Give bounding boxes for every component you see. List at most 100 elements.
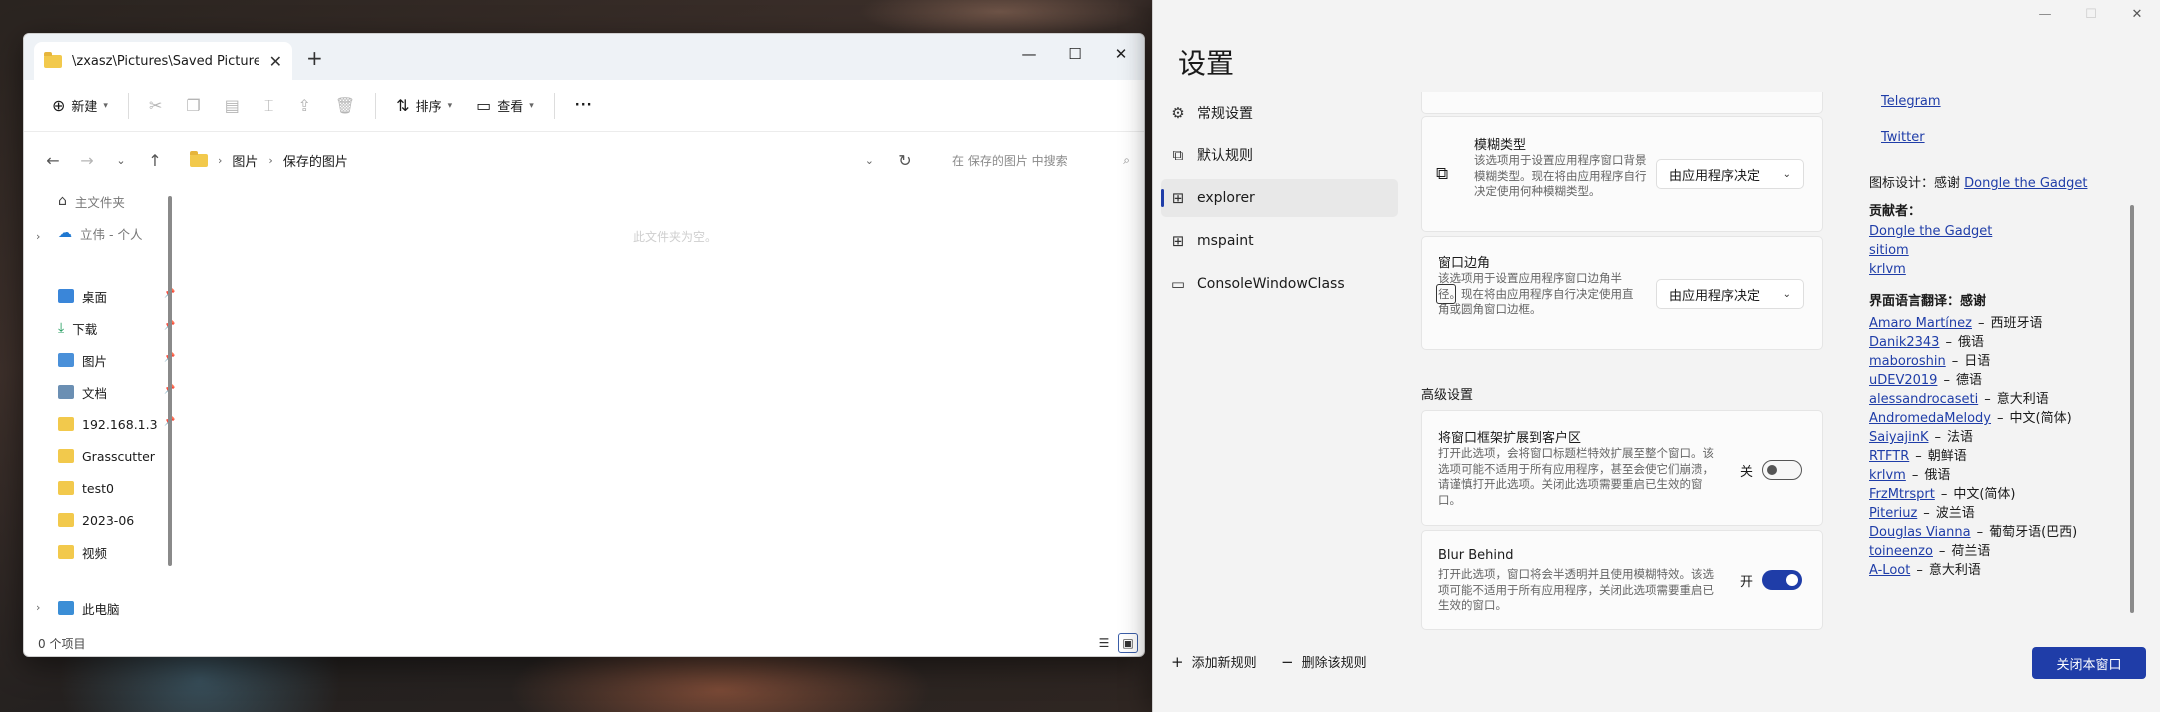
delete-button[interactable]: 🗑 [325,88,365,124]
cut-button[interactable]: ✂ [139,88,172,124]
extend-frame-title: 将窗口框架扩展到客户区 [1438,431,1582,446]
translator-link[interactable]: A-Loot [1869,563,1910,578]
dash-separator: – [1997,411,2004,426]
page-title: 设置 [1178,47,1235,80]
minimize-button[interactable]: — [2022,0,2068,28]
close-window-action-button[interactable]: 关闭本窗口 [2032,647,2146,679]
delete-rule-button[interactable]: − 删除该规则 [1281,652,1367,672]
translator-link[interactable]: Danik2343 [1869,335,1939,350]
blur-type-dropdown[interactable]: 由应用程序决定 ⌄ [1656,159,1804,189]
translator-link[interactable]: Piteriuz [1869,506,1917,521]
nav-item-home[interactable]: ⌂ 主文件夹 [58,188,125,214]
icon-design-credit: 图标设计：感谢 Dongle the Gadget [1869,172,2087,191]
nav-item-documents[interactable]: 文档 [58,379,107,405]
translator-link[interactable]: uDEV2019 [1869,373,1937,388]
translator-link[interactable]: FrzMtrsprt [1869,487,1935,502]
extend-frame-description: 打开此选项，会将窗口标题栏特效扩展至整个窗口。该选项可能不适用于所有应用程序，甚… [1438,446,1714,507]
address-bar[interactable]: › 图片 › 保存的图片 ⌄ [182,143,882,177]
contributor-link[interactable]: Dongle the Gadget [1869,224,1992,239]
dash-separator: – [1916,563,1923,578]
telegram-link[interactable]: Telegram [1881,94,1941,109]
maximize-button[interactable]: ☐ [1052,34,1098,74]
empty-folder-message: 此文件夹为空。 [633,230,718,244]
translator-link[interactable]: krlvm [1869,468,1906,483]
view-icon: ▭ [476,96,492,115]
translator-link[interactable]: RTFTR [1869,449,1909,464]
bottom-bar: + 添加新规则 − 删除该规则 [1153,636,2160,684]
view-button[interactable]: ▭ 查看 ▾ [466,88,544,124]
contributor-link[interactable]: sitiom [1869,243,1909,258]
nav-general-settings[interactable]: ⚙ 常规设置 [1153,94,1398,132]
back-arrow-icon[interactable]: ← [36,151,70,170]
view-label: 查看 [497,100,524,115]
recent-chevron-icon[interactable]: ⌄ [104,154,138,167]
expand-chevron-icon[interactable]: › [36,601,40,614]
share-button[interactable]: ⇪ [287,88,320,124]
nav-item-videos[interactable]: 视频 [58,539,107,565]
file-list-area[interactable]: 此文件夹为空。 [181,188,1144,630]
translator-link[interactable]: Douglas Vianna [1869,525,1971,540]
nav-label: 常规设置 [1197,106,1253,122]
translator-link[interactable]: Amaro Martínez [1869,316,1972,331]
nav-item-downloads[interactable]: ⤓ 下载 [58,315,97,341]
up-arrow-icon[interactable]: ↑ [138,151,172,170]
icon-designer-link[interactable]: Dongle the Gadget [1964,176,2087,191]
nav-item-network-share[interactable]: 192.168.1.3 [58,411,158,437]
refresh-icon[interactable]: ↻ [888,151,922,170]
divider [375,92,377,119]
nav-item-test0[interactable]: test0 [58,475,114,501]
window-corner-description: 该选项用于设置应用程序窗口边角半径。现在将由应用程序自行决定使用直角或圆角窗口边… [1438,271,1634,316]
dash-separator: – [1934,430,1941,445]
desktop-icon [58,289,74,303]
extend-frame-toggle[interactable] [1762,460,1802,480]
blur-behind-toggle[interactable] [1762,570,1802,590]
nav-item-grasscutter[interactable]: Grasscutter [58,443,155,469]
maximize-button[interactable]: ☐ [2068,0,2114,28]
scissors-icon: ✂ [148,96,163,115]
tiles-view-icon[interactable]: ▣ [1118,633,1138,653]
translator-link[interactable]: toineenzo [1869,544,1933,559]
nav-explorer[interactable]: ⊞ explorer [1161,179,1398,217]
nav-item-label: 立伟 - 个人 [80,226,143,242]
forward-arrow-icon[interactable]: → [70,151,104,170]
explorer-tab[interactable]: \zxasz\Pictures\Saved Pictures ✕ [34,42,292,80]
nav-default-rules[interactable]: ⧉ 默认规则 [1153,136,1398,174]
explorer-body: › ⌂ 主文件夹 ☁ 立伟 - 个人 桌面 📌 ⤓ 下载 📌 图片 [24,188,1144,630]
expand-chevron-icon[interactable]: › [36,230,40,243]
contributor-link[interactable]: krlvm [1869,262,1906,277]
new-tab-button[interactable]: + [306,46,323,70]
paste-button[interactable]: ▤ [215,88,250,124]
nav-consolewindowclass[interactable]: ▭ ConsoleWindowClass [1153,265,1398,303]
rename-button[interactable]: ⌶ [254,88,284,124]
more-icon: ··· [574,98,593,113]
breadcrumb-saved-pictures[interactable]: 保存的图片 [283,151,348,170]
minimize-button[interactable]: — [1006,34,1052,74]
nav-item-this-pc[interactable]: 此电脑 [58,595,120,621]
nav-item-onedrive[interactable]: ☁ 立伟 - 个人 [58,220,142,246]
copy-button[interactable]: ❐ [176,88,210,124]
details-view-icon[interactable]: ☰ [1094,633,1114,653]
translator-link[interactable]: alessandrocaseti [1869,392,1978,407]
new-button[interactable]: ⊕ 新建 ▾ [42,88,118,124]
search-input[interactable]: 在 保存的图片 中搜索 ⌕ [942,143,1140,177]
nav-mspaint[interactable]: ⊞ mspaint [1153,222,1398,260]
close-window-button[interactable]: ✕ [1098,34,1144,74]
nav-item-desktop[interactable]: 桌面 [58,283,107,309]
more-options-button[interactable]: ··· [565,88,603,124]
translator-link[interactable]: SaiyajinK [1869,430,1928,445]
add-rule-button[interactable]: + 添加新规则 [1171,652,1257,672]
close-tab-icon[interactable]: ✕ [269,52,282,71]
breadcrumb-pictures[interactable]: 图片 [232,151,258,170]
settings-scrollbar[interactable] [2130,205,2134,613]
window-corner-dropdown[interactable]: 由应用程序决定 ⌄ [1656,279,1804,309]
nav-item-2023-06[interactable]: 2023-06 [58,507,134,533]
nav-item-pictures[interactable]: 图片 [58,347,107,373]
nav-scrollbar[interactable] [168,196,172,566]
sort-button[interactable]: ⇅ 排序 ▾ [386,88,462,124]
twitter-link[interactable]: Twitter [1881,130,1925,145]
translator-link[interactable]: AndromedaMelody [1869,411,1991,426]
translator-link[interactable]: maboroshin [1869,354,1946,369]
close-window-button[interactable]: ✕ [2114,0,2160,28]
address-dropdown-icon[interactable]: ⌄ [865,154,874,167]
rename-icon: ⌶ [263,95,274,115]
